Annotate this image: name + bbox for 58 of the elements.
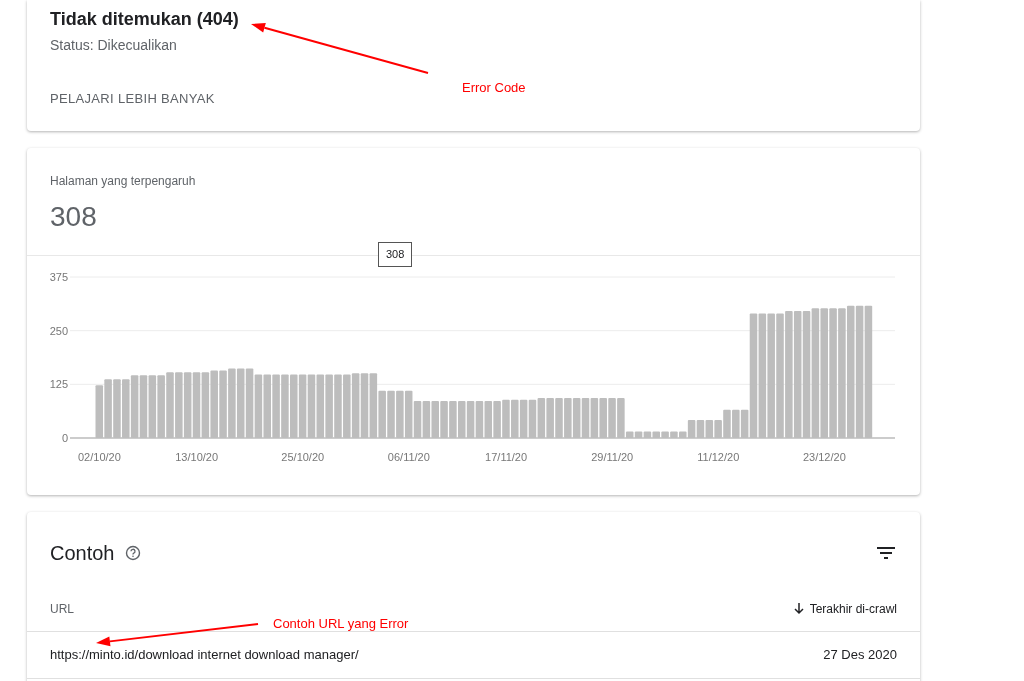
bar [572, 398, 581, 438]
bar [404, 390, 413, 438]
url-cell[interactable]: https://minto.id/download internet download manager/ [50, 645, 359, 665]
examples-title: Contoh [50, 541, 115, 566]
bar [148, 375, 157, 438]
bar [413, 401, 422, 438]
bar [422, 401, 431, 438]
bar [316, 374, 325, 438]
bar [519, 399, 528, 438]
axis-label: 17/11/20 [485, 451, 528, 463]
status-text: Status: Dikecualikan [50, 36, 178, 55]
axis-label: 250 [49, 324, 68, 337]
bar [245, 368, 254, 438]
bar [696, 419, 705, 438]
bar [360, 373, 369, 438]
bar [298, 374, 307, 438]
bar [351, 373, 360, 438]
axis-label: 02/10/20 [78, 451, 121, 463]
bar [192, 372, 201, 438]
affected-label: Halaman yang terpengaruh [50, 173, 197, 190]
bar [201, 372, 210, 438]
filter-icon[interactable] [877, 547, 895, 559]
axis-label: 06/11/20 [387, 451, 430, 463]
column-header[interactable]: Terakhir di-crawl [793, 599, 897, 618]
chart-tooltip: 308 [378, 242, 413, 267]
axis-label: 375 [49, 271, 68, 283]
annotation-text: Contoh URL yang Error [273, 615, 409, 633]
axis-label: 13/10/20 [175, 451, 219, 463]
bar [183, 372, 192, 438]
sort-down-icon [793, 602, 804, 615]
annotation-text: Error Code [462, 79, 526, 97]
axis-label: 23/12/20 [802, 451, 846, 463]
bar [307, 374, 316, 438]
help-icon[interactable] [124, 545, 141, 561]
bar [254, 374, 263, 438]
column-header[interactable]: URL [50, 599, 74, 618]
bar [130, 375, 139, 438]
axis-label: 25/10/20 [281, 451, 325, 463]
bar [537, 398, 546, 438]
axis-label: 0 [61, 432, 68, 444]
bar [369, 373, 378, 438]
bar [528, 399, 537, 438]
bar [95, 385, 104, 438]
bar [475, 401, 484, 438]
axis-label: 29/11/20 [591, 451, 634, 463]
bar [581, 398, 590, 438]
learn-more-link[interactable]: PELAJARI LEBIH BANYAK [50, 89, 215, 109]
bar [466, 401, 475, 438]
affected-count: 308 [50, 200, 98, 234]
date-cell-text: 27 Des 2020 [823, 646, 897, 665]
error-title: Tidak ditemukan (404) [50, 8, 240, 31]
bar [705, 419, 714, 438]
axis-label: 125 [49, 378, 68, 391]
axis-label: 11/12/20 [697, 451, 740, 463]
bar [236, 368, 245, 438]
bar [139, 375, 148, 438]
bar [590, 398, 599, 438]
bar [484, 401, 493, 438]
